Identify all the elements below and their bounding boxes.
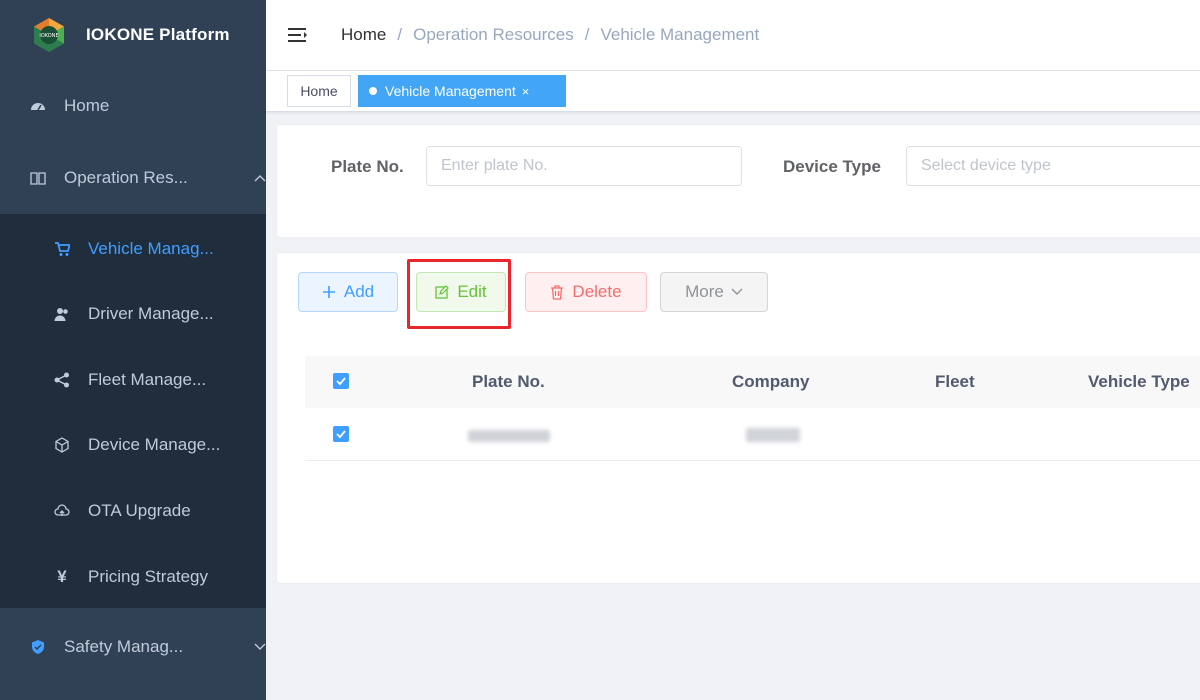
sidebar-item-driver-management[interactable]: Driver Manage... (0, 289, 320, 339)
plate-no-input[interactable]: Enter plate No. (426, 146, 742, 186)
row-checkbox[interactable] (333, 426, 349, 442)
share-icon (54, 372, 70, 388)
column-header-fleet[interactable]: Fleet (935, 372, 975, 392)
delete-button-label: Delete (572, 282, 622, 301)
table-row[interactable] (305, 408, 1200, 461)
sidebar-item-pricing-strategy[interactable]: ¥ Pricing Strategy (0, 552, 320, 602)
sidebar-item-fleet-management[interactable]: Fleet Manage... (0, 355, 320, 405)
column-header-vehicle-type[interactable]: Vehicle Type (1088, 372, 1190, 392)
tags-view: Home Vehicle Management × (266, 71, 1200, 112)
breadcrumb-separator: / (397, 25, 403, 44)
add-button-label: Add (343, 282, 375, 301)
dashboard-icon (30, 98, 46, 114)
tag-label: Vehicle Management (385, 83, 516, 99)
sidebar-item-device-management[interactable]: Device Manage... (0, 420, 320, 470)
sidebar-item-operation-resources[interactable]: Operation Res... (0, 145, 296, 211)
sidebar-item-label: Vehicle Manag... (88, 239, 214, 258)
sidebar-item-safety-management[interactable]: Safety Manag... (0, 616, 296, 678)
chevron-down-icon (254, 640, 266, 654)
device-type-label: Device Type (783, 157, 881, 176)
table-header: Plate No. Company Fleet Vehicle Type (305, 356, 1200, 409)
brand[interactable]: IOKONE IOKONE Platform (0, 0, 266, 70)
cart-icon (54, 241, 70, 257)
sidebar-item-ota-upgrade[interactable]: OTA Upgrade (0, 486, 320, 536)
breadcrumb-vehicle-management: Vehicle Management (600, 25, 760, 44)
select-all-checkbox[interactable] (333, 373, 349, 389)
column-header-plate-no[interactable]: Plate No. (472, 372, 545, 392)
sidebar-item-label: Operation Res... (64, 168, 188, 187)
book-icon (30, 170, 46, 186)
sidebar-item-label: Device Manage... (88, 435, 221, 454)
edit-button-highlight (407, 259, 511, 329)
close-icon[interactable]: × (522, 84, 530, 99)
shield-icon (30, 639, 46, 655)
svg-text:IOKONE: IOKONE (39, 33, 58, 39)
column-header-company[interactable]: Company (732, 372, 809, 392)
breadcrumb-separator: / (584, 25, 590, 44)
sidebar-item-label: OTA Upgrade (88, 501, 191, 520)
chevron-up-icon (254, 171, 266, 185)
tag-label: Home (300, 83, 338, 99)
device-type-placeholder: Select device type (921, 157, 1051, 174)
breadcrumb-operation-resources: Operation Resources (413, 25, 574, 44)
breadcrumb-home[interactable]: Home (341, 25, 386, 45)
sidebar-item-vehicle-management[interactable]: Vehicle Manag... (0, 224, 320, 274)
sidebar-item-label: Pricing Strategy (88, 567, 208, 586)
top-navbar: Home / Operation Resources / Vehicle Man… (266, 0, 1200, 71)
device-type-select[interactable]: Select device type (906, 146, 1200, 186)
hamburger-icon[interactable] (288, 27, 308, 43)
chevron-down-icon (731, 288, 743, 296)
active-dot-icon (369, 87, 377, 95)
search-form: Plate No. Enter plate No. Device Type Se… (276, 124, 1200, 238)
cloud-icon (54, 503, 70, 519)
tag-vehicle-management[interactable]: Vehicle Management × (358, 75, 566, 107)
yen-icon: ¥ (57, 567, 67, 586)
table-panel: Add Edit Delete More Plate No. Company F… (276, 252, 1200, 584)
tag-home[interactable]: Home (287, 75, 351, 107)
cube-icon (54, 437, 70, 453)
app-title: IOKONE Platform (86, 25, 230, 44)
plate-no-cell-redacted (468, 430, 550, 442)
plus-icon (322, 285, 336, 299)
more-button-label: More (685, 282, 724, 301)
plate-no-placeholder: Enter plate No. (441, 157, 548, 174)
sidebar-item-label: Fleet Manage... (88, 370, 207, 389)
sidebar-item-label: Home (64, 96, 110, 115)
breadcrumb: Home / Operation Resources / Vehicle Man… (341, 25, 759, 45)
sidebar: IOKONE IOKONE Platform Home Operation Re… (0, 0, 266, 700)
sidebar-item-label: Safety Manag... (64, 637, 184, 656)
logo-icon: IOKONE (30, 16, 68, 54)
users-icon (54, 306, 70, 322)
company-cell-redacted (746, 428, 800, 442)
add-button[interactable]: Add (298, 272, 398, 312)
sidebar-item-label: Driver Manage... (88, 304, 214, 323)
plate-no-label: Plate No. (331, 157, 404, 176)
more-dropdown-button[interactable]: More (660, 272, 768, 312)
sidebar-item-home[interactable]: Home (0, 84, 296, 128)
delete-button[interactable]: Delete (525, 272, 647, 312)
trash-icon (550, 284, 564, 300)
submenu-operation-resources: Vehicle Manag... Driver Manage... Fleet … (0, 214, 266, 608)
